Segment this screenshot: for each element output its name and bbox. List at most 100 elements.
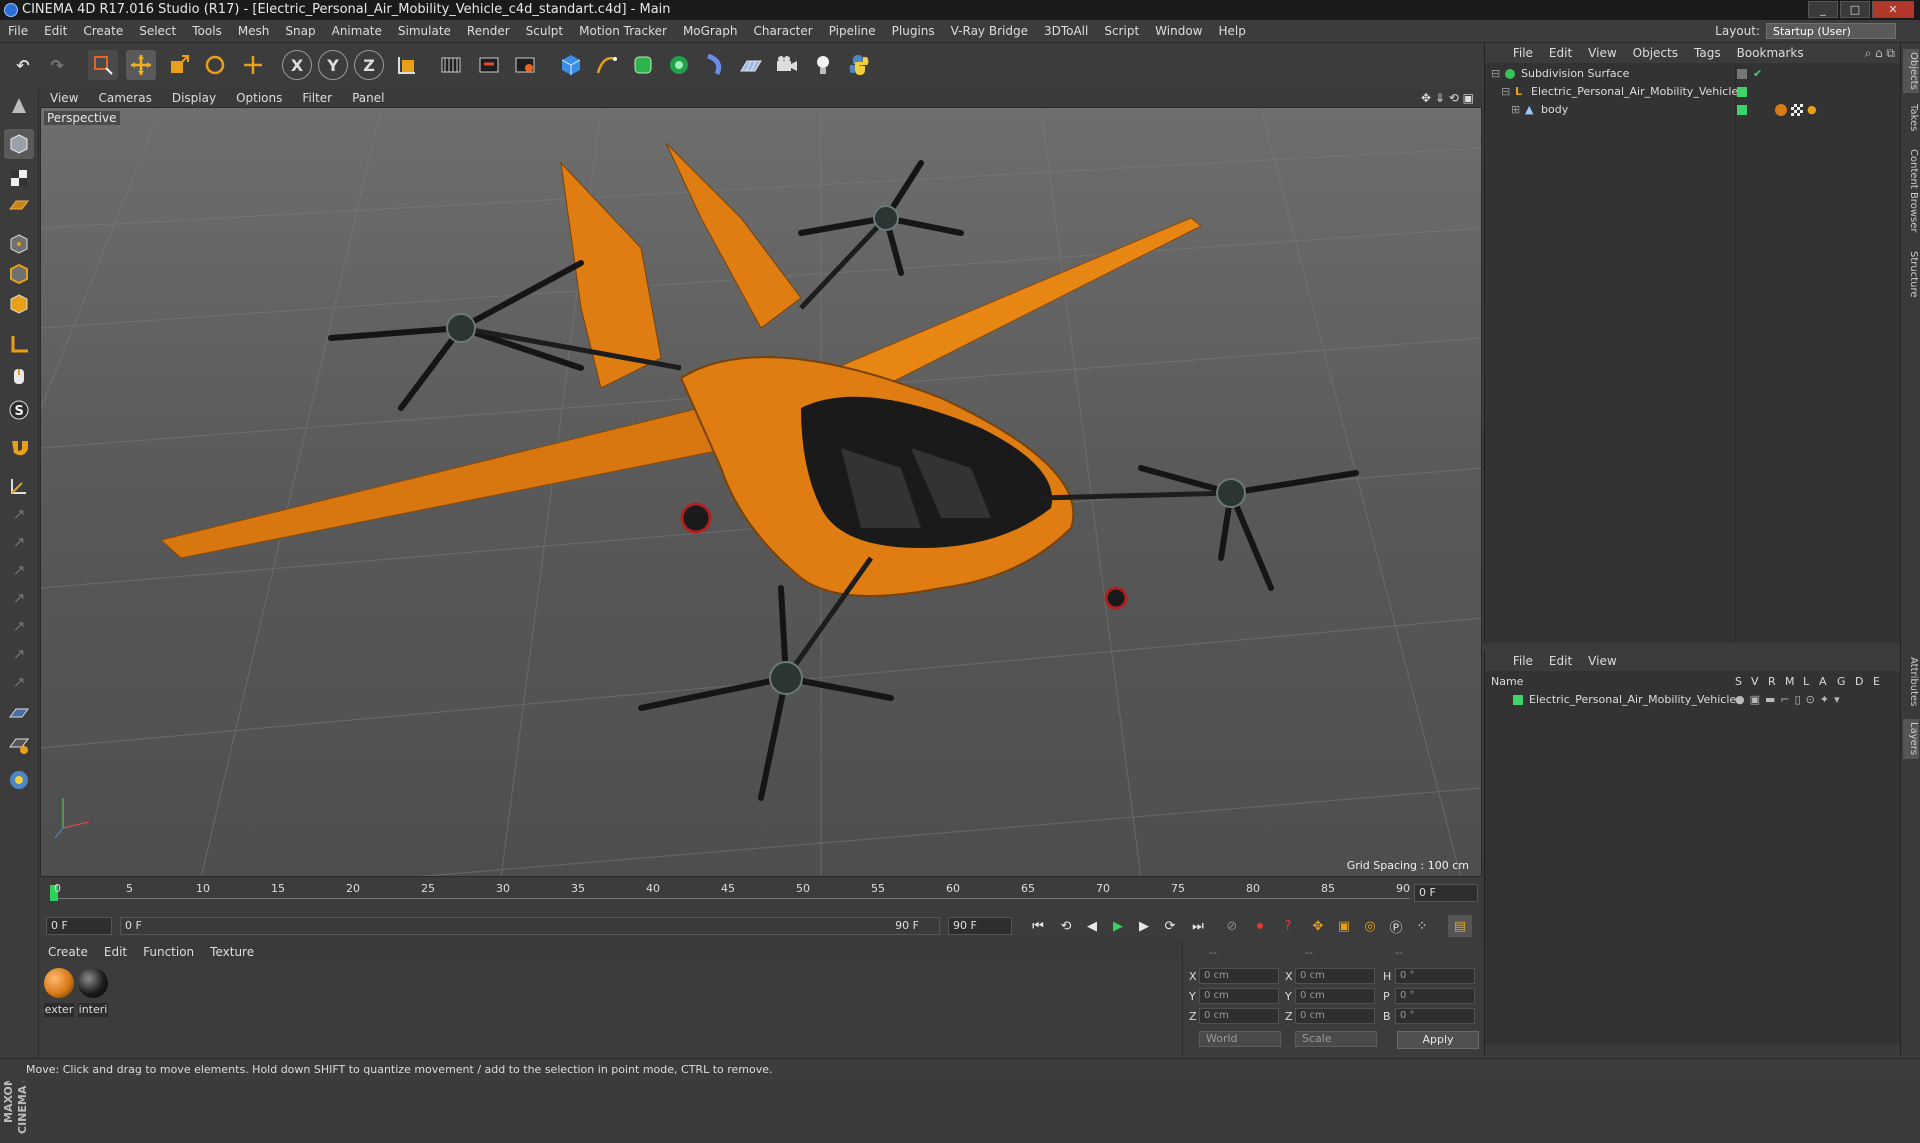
key-rotation-icon[interactable]: ◎ [1358,915,1382,937]
render-picture-viewer-icon[interactable] [474,50,504,80]
menu-3dtoall[interactable]: 3DToAll [1036,20,1096,42]
locked-w-icon[interactable]: ↗ [4,667,34,697]
tab-structure[interactable]: Structure [1903,249,1919,299]
position-x-field[interactable]: 0 cm [1199,968,1279,984]
tab-attributes[interactable]: Attributes [1903,653,1919,711]
next-key-icon[interactable]: ⟳ [1158,915,1182,937]
material-swatch[interactable] [44,968,74,998]
tab-layers[interactable]: Layers [1903,719,1919,759]
vp-menu-cameras[interactable]: Cameras [88,89,161,107]
start-frame-field[interactable]: 0 F [46,917,112,935]
snap-icon[interactable]: S [4,395,34,425]
vp-menu-filter[interactable]: Filter [292,89,342,107]
coordinate-system-icon[interactable] [392,50,422,80]
material-swatch[interactable] [78,968,108,998]
autokey-icon[interactable]: ? [1276,915,1300,937]
key-pla-icon[interactable]: ⁘ [1410,915,1434,937]
vp-menu-view[interactable]: View [40,89,88,107]
menu-window[interactable]: Window [1147,20,1210,42]
object-row[interactable]: ⊟ Subdivision Surface ✔ [1485,65,1901,83]
menu-pipeline[interactable]: Pipeline [821,20,884,42]
timeline-ruler[interactable]: 0 5 10 15 20 25 30 35 40 45 50 55 60 65 … [40,878,1482,912]
position-y-field[interactable]: 0 cm [1199,988,1279,1004]
vp-menu-options[interactable]: Options [226,89,292,107]
points-mode-icon[interactable] [4,229,34,259]
layer-color-icon[interactable] [1737,105,1747,115]
locked-z-icon[interactable]: ↗ [4,555,34,585]
material-tag-icon[interactable] [1775,104,1787,116]
coordinate-space-select[interactable]: World [1199,1031,1281,1047]
cloner-icon[interactable] [664,50,694,80]
menu-vray-bridge[interactable]: V-Ray Bridge [943,20,1036,42]
layer-menu-edit[interactable]: Edit [1541,651,1580,671]
cube-object-icon[interactable] [556,50,586,80]
layer-scrollbar[interactable] [1485,1044,1901,1056]
rotate-tool-icon[interactable] [200,50,230,80]
tab-takes[interactable]: Takes [1903,103,1919,133]
close-button[interactable]: ✕ [1872,1,1914,18]
key-position-icon[interactable]: ✥ [1306,915,1330,937]
timeline-window-icon[interactable]: ▤ [1448,915,1472,937]
mat-menu-texture[interactable]: Texture [202,942,262,962]
subdivision-surface-icon[interactable] [628,50,658,80]
next-frame-icon[interactable]: ▶ [1132,915,1156,937]
vp-menu-display[interactable]: Display [162,89,226,107]
light-icon[interactable] [808,50,838,80]
workplane-icon[interactable] [4,191,34,221]
floor-icon[interactable] [736,50,766,80]
object-name[interactable]: Electric_Personal_Air_Mobility_Vehicle [1531,83,1738,101]
menu-edit[interactable]: Edit [36,20,75,42]
menu-help[interactable]: Help [1210,20,1253,42]
size-x-field[interactable]: 0 cm [1295,968,1375,984]
size-z-field[interactable]: 0 cm [1295,1008,1375,1024]
object-row[interactable]: ⊞ ▲ body ● [1485,101,1901,119]
model-mode-icon[interactable] [4,129,34,159]
workplane-lock-icon[interactable] [4,699,34,729]
axis-lock-icon[interactable] [4,471,34,501]
position-z-field[interactable]: 0 cm [1199,1008,1279,1024]
prev-key-icon[interactable]: ⟲ [1054,915,1078,937]
render-view-icon[interactable] [436,50,466,80]
x-axis-button[interactable]: X [282,50,312,80]
layer-flag-toggles[interactable]: ●▣▬⌐▯⊙✦▾ [1735,691,1845,709]
layer-color-icon[interactable] [1737,87,1747,97]
texture-mode-icon[interactable] [4,163,34,193]
rotation-b-field[interactable]: 0 ° [1395,1008,1475,1024]
play-icon[interactable]: ▶ [1106,915,1130,937]
menu-plugins[interactable]: Plugins [884,20,943,42]
layer-menu-file[interactable]: File [1505,651,1541,671]
object-name[interactable]: Subdivision Surface [1521,65,1629,83]
coordinate-mode-select[interactable]: Scale [1295,1031,1377,1047]
obj-menu-bookmarks[interactable]: Bookmarks [1729,43,1812,63]
apply-button[interactable]: Apply [1397,1031,1479,1049]
tab-objects[interactable]: Objects [1903,49,1919,93]
frame-range-slider[interactable]: 0 F 90 F [120,917,940,935]
y-axis-button[interactable]: Y [318,50,348,80]
object-name[interactable]: body [1541,101,1568,119]
layout-select[interactable]: Startup (User) [1766,23,1896,39]
3d-viewport[interactable]: Perspective Grid Spacing : 100 cm [40,107,1482,877]
axis-mode-icon[interactable] [4,329,34,359]
menu-tools[interactable]: Tools [184,20,230,42]
texture-tag-icon[interactable] [1791,104,1803,116]
render-settings-icon[interactable] [510,50,540,80]
obj-menu-objects[interactable]: Objects [1625,43,1686,63]
size-y-field[interactable]: 0 cm [1295,988,1375,1004]
menu-simulate[interactable]: Simulate [390,20,459,42]
maximize-button[interactable]: □ [1840,1,1870,18]
viewport-nav-icons[interactable]: ✥ ⇓ ⟲ ▣ [1421,89,1474,107]
menu-script[interactable]: Script [1096,20,1147,42]
prev-frame-icon[interactable]: ◀ [1080,915,1104,937]
obj-menu-view[interactable]: View [1580,43,1624,63]
locked-y-icon[interactable]: ↗ [4,527,34,557]
menu-motion-tracker[interactable]: Motion Tracker [571,20,675,42]
record-keys-icon[interactable]: ⏺ [1248,915,1272,937]
material-label[interactable]: interi [78,1003,108,1017]
keyframe-selection-icon[interactable]: ⊘ [1220,915,1244,937]
tweak-mode-icon[interactable] [4,361,34,391]
menu-snap[interactable]: Snap [277,20,323,42]
locked-p-icon[interactable]: ↗ [4,583,34,613]
menu-sculpt[interactable]: Sculpt [518,20,571,42]
key-param-icon[interactable]: Ⓟ [1384,915,1408,937]
layer-color-icon[interactable] [1513,695,1523,705]
